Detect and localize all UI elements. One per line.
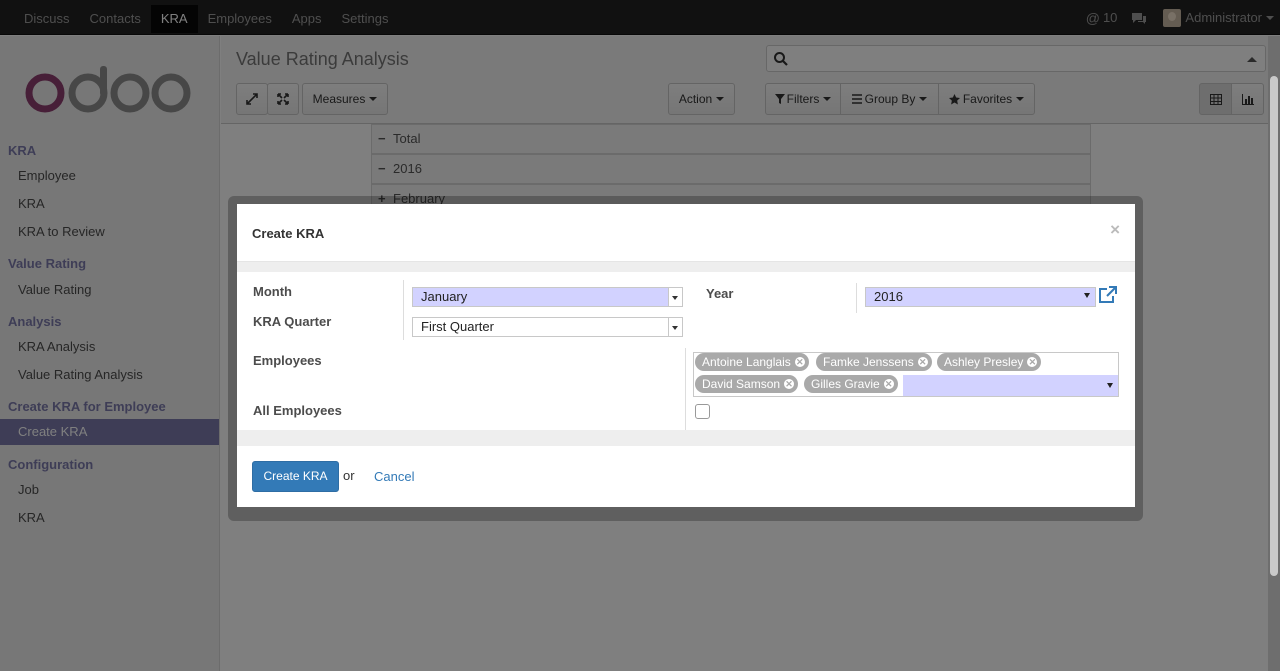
month-value: January	[421, 289, 468, 304]
employee-tag-label: David Samson	[702, 377, 781, 391]
employee-tag: Gilles Gravie ✕	[804, 375, 898, 393]
scrollbar-thumb[interactable]	[1270, 76, 1278, 576]
form-bottom-strip	[237, 430, 1135, 446]
employee-tag: Famke Jenssens ✕	[816, 353, 932, 371]
chevron-down-icon	[668, 318, 682, 336]
kra-quarter-value: First Quarter	[421, 319, 494, 334]
divider	[856, 283, 857, 313]
cancel-link[interactable]: Cancel	[374, 469, 414, 484]
or-text: or	[343, 468, 355, 483]
external-link-icon[interactable]	[1098, 286, 1117, 307]
employees-input[interactable]	[903, 375, 1118, 396]
kra-quarter-label: KRA Quarter	[253, 314, 332, 329]
employee-tag: David Samson ✕	[695, 375, 799, 393]
chevron-down-icon	[1107, 383, 1113, 388]
kra-quarter-select[interactable]: First Quarter	[412, 317, 683, 337]
form-top-strip	[237, 262, 1135, 272]
employee-tag-label: Antoine Langlais	[702, 355, 791, 369]
employee-tag: Antoine Langlais ✕	[695, 353, 809, 371]
page-scrollbar[interactable]	[1268, 36, 1280, 671]
remove-tag-icon[interactable]: ✕	[784, 379, 795, 389]
employee-tag-label: Gilles Gravie	[811, 377, 880, 391]
employees-label: Employees	[253, 353, 322, 368]
month-label: Month	[253, 284, 292, 299]
chevron-down-icon	[1084, 293, 1090, 298]
divider	[685, 348, 686, 430]
all-employees-checkbox[interactable]	[695, 404, 710, 419]
remove-tag-icon[interactable]: ✕	[917, 357, 928, 367]
year-value: 2016	[874, 289, 903, 304]
divider	[403, 280, 404, 340]
all-employees-label: All Employees	[253, 403, 342, 418]
employee-tag: Ashley Presley ✕	[937, 353, 1042, 371]
month-select[interactable]: January	[412, 287, 683, 307]
remove-tag-icon[interactable]: ✕	[794, 357, 805, 367]
close-icon[interactable]: ×	[1110, 220, 1120, 240]
dialog-header: Create KRA ×	[237, 204, 1135, 262]
year-select[interactable]: 2016	[865, 287, 1096, 307]
create-kra-button[interactable]: Create KRA	[252, 461, 339, 492]
dialog-title: Create KRA	[252, 226, 325, 241]
employee-tag-label: Famke Jenssens	[823, 355, 914, 369]
year-label: Year	[706, 286, 734, 301]
employee-tag-label: Ashley Presley	[944, 355, 1024, 369]
remove-tag-icon[interactable]: ✕	[1027, 357, 1038, 367]
chevron-down-icon	[668, 288, 682, 306]
remove-tag-icon[interactable]: ✕	[883, 379, 894, 389]
